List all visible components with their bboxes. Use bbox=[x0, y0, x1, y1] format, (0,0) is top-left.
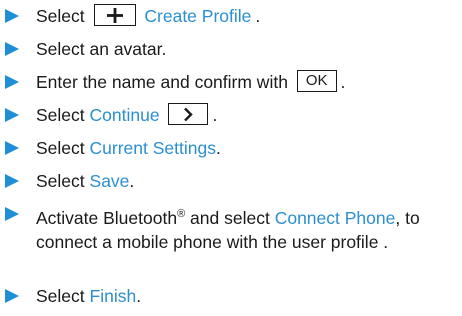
step-text: Select Save. bbox=[36, 169, 456, 193]
step-pre-text: Activate Bluetooth bbox=[36, 207, 178, 228]
step-pre-text: Select bbox=[36, 138, 85, 158]
current-settings-link[interactable]: Current Settings bbox=[90, 138, 216, 158]
chevron-key bbox=[168, 103, 209, 126]
plus-key bbox=[93, 4, 136, 27]
arrow-bullet-icon bbox=[5, 289, 19, 303]
arrow-bullet-icon bbox=[5, 75, 19, 89]
registered-mark: ® bbox=[177, 208, 186, 220]
step-pre-text: Select bbox=[36, 105, 85, 125]
connect-phone-link[interactable]: Connect Phone bbox=[275, 208, 396, 228]
plus-icon bbox=[106, 8, 123, 24]
create-profile-link[interactable]: Create Profile bbox=[144, 6, 251, 26]
step-pre-text: Select bbox=[36, 286, 85, 306]
save-link[interactable]: Save bbox=[90, 171, 130, 191]
step-text: Enter the name and confirm with OK. bbox=[36, 70, 456, 94]
arrow-bullet-icon bbox=[5, 207, 19, 221]
step-text: Select Finish. bbox=[36, 284, 456, 308]
step-post-text: . bbox=[212, 105, 218, 125]
finish-link[interactable]: Finish bbox=[90, 286, 137, 306]
step-mid-text: and select bbox=[190, 207, 270, 228]
arrow-bullet-icon bbox=[5, 42, 19, 56]
step-text: Select an avatar. bbox=[36, 39, 167, 59]
step-text: Select Create Profile. bbox=[36, 4, 456, 28]
step-post-text: . bbox=[136, 286, 142, 306]
step-text: Select Continue . bbox=[36, 103, 456, 127]
continue-link[interactable]: Continue bbox=[90, 105, 160, 125]
step-pre-text: Select bbox=[36, 6, 85, 26]
arrow-bullet-icon bbox=[5, 9, 19, 23]
arrow-bullet-icon bbox=[5, 108, 19, 122]
arrow-bullet-icon bbox=[5, 141, 19, 155]
arrow-bullet-icon bbox=[5, 174, 19, 188]
step-post-text: . bbox=[215, 138, 221, 158]
step-pre-text: Enter the name and confirm with bbox=[36, 72, 288, 92]
step-pre-text: Select bbox=[36, 171, 85, 191]
step-post-text: . bbox=[255, 6, 261, 26]
step-text: Select Current Settings. bbox=[36, 136, 456, 160]
step-post-text: . bbox=[340, 72, 346, 92]
chevron-right-icon bbox=[184, 108, 194, 122]
step-post-text: . bbox=[129, 171, 135, 191]
ok-key: OK bbox=[296, 70, 337, 93]
step-text: Activate Bluetooth® and select Connect P… bbox=[36, 202, 446, 254]
